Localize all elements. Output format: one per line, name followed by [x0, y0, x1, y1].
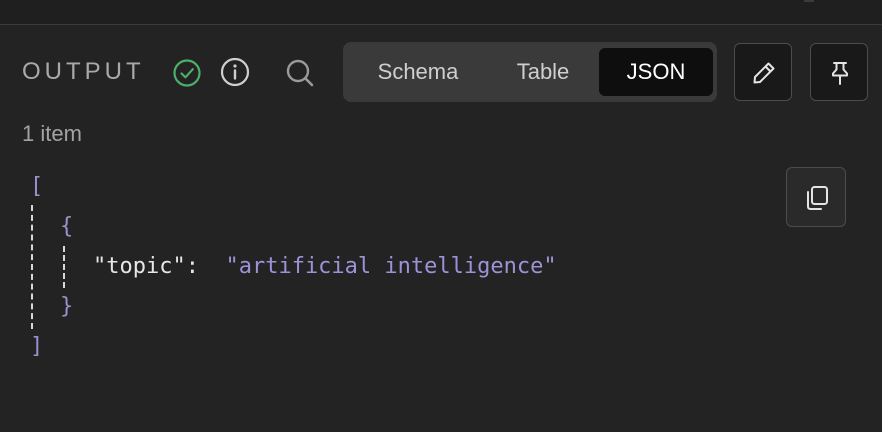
json-string-value: "artificial intelligence" — [225, 254, 557, 279]
output-panel: OUTPUT Schema Table JSON 1 item [{"top… — [0, 0, 882, 432]
tab-table[interactable]: Table — [493, 48, 593, 96]
pencil-icon — [753, 62, 775, 84]
copy-button[interactable] — [786, 167, 846, 227]
indent-guide-outer — [31, 205, 33, 329]
item-count: 1 item — [22, 121, 82, 146]
json-object-open: { — [60, 214, 74, 239]
tab-schema[interactable]: Schema — [353, 48, 483, 96]
copy-icon — [807, 186, 828, 210]
json-property: "topic": "artificial intelligence" — [93, 252, 557, 282]
search-icon[interactable] — [284, 57, 316, 89]
tab-json[interactable]: JSON — [599, 48, 713, 96]
json-array-close: ] — [30, 334, 44, 359]
view-mode-switch: Schema Table JSON — [343, 42, 717, 102]
pin-button[interactable] — [810, 43, 868, 101]
info-icon[interactable] — [220, 57, 250, 87]
indent-guide-inner — [63, 246, 65, 288]
pin-icon — [832, 62, 848, 85]
json-object-close: } — [60, 294, 74, 319]
panel-title: OUTPUT — [22, 58, 145, 85]
json-array-open: [ — [30, 174, 44, 199]
check-circle-icon — [173, 59, 201, 87]
divider-tick — [804, 0, 814, 2]
top-divider-strip — [0, 0, 882, 25]
json-key: "topic": — [93, 254, 199, 279]
edit-button[interactable] — [734, 43, 792, 101]
